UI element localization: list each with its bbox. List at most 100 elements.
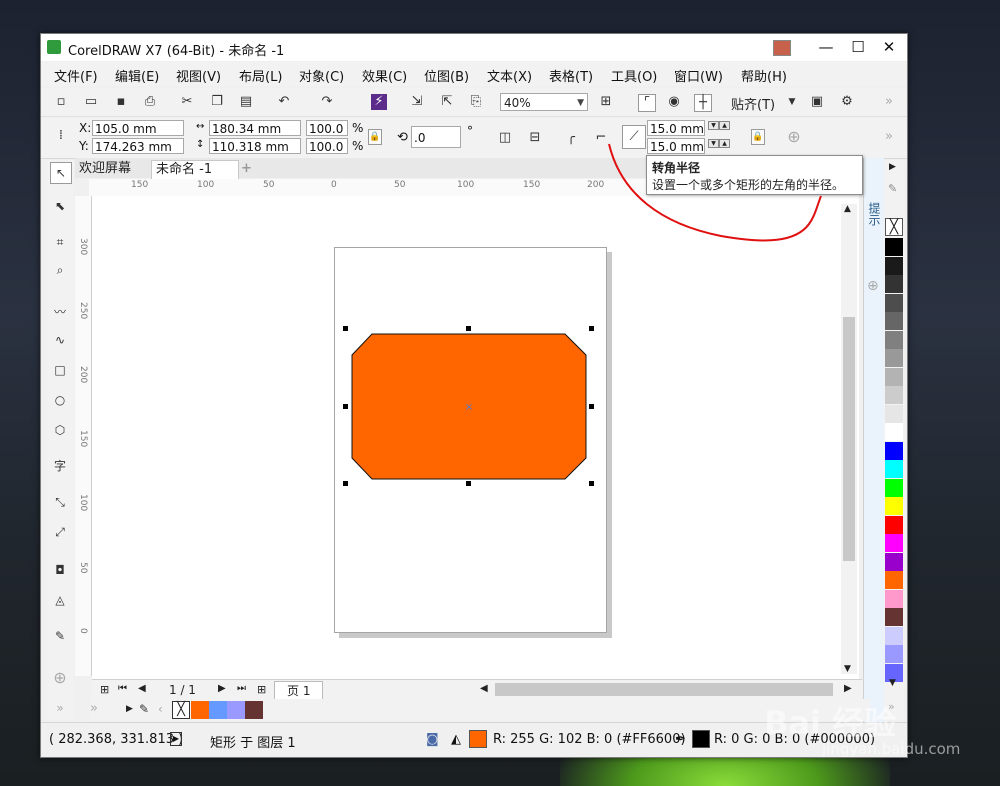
color-swatch[interactable] [885, 404, 903, 423]
color-swatch[interactable] [885, 349, 903, 367]
mirror-vertical-icon[interactable]: ⊟ [527, 130, 543, 146]
drop-shadow-tool-icon[interactable]: ◘ [50, 560, 70, 580]
more-icon[interactable]: » [881, 94, 897, 110]
selection-handle[interactable] [343, 326, 348, 331]
add-page-after-icon[interactable]: ⊞ [257, 683, 266, 696]
freehand-tool-icon[interactable]: 〰 [50, 302, 70, 322]
color-swatch[interactable] [885, 645, 903, 663]
selection-handle[interactable] [589, 326, 594, 331]
show-rulers-icon[interactable]: ⌜ [638, 94, 656, 112]
color-swatch[interactable] [885, 571, 903, 589]
menu-layout[interactable]: 布局(L) [239, 66, 282, 85]
options-icon[interactable]: ▣ [809, 94, 825, 110]
y-position-field[interactable]: 174.263 mm [92, 138, 184, 154]
minimize-button[interactable]: — [811, 36, 841, 58]
outline-color-swatch[interactable] [692, 730, 710, 748]
color-swatch[interactable] [885, 608, 903, 626]
last-page-icon[interactable]: ⏭ [237, 683, 246, 694]
first-page-icon[interactable]: ⏮ [118, 683, 127, 694]
mirror-horizontal-icon[interactable]: ◫ [497, 130, 513, 146]
artistic-media-icon[interactable]: ∿ [50, 330, 70, 350]
x-position-field[interactable]: 105.0 mm [92, 120, 184, 136]
no-color-swatch[interactable]: ╳ [172, 701, 190, 719]
color-swatch[interactable] [885, 552, 903, 571]
menu-table[interactable]: 表格(T) [549, 66, 593, 85]
maximize-button[interactable]: ☐ [843, 36, 873, 58]
color-swatch[interactable] [885, 238, 903, 256]
previous-page-icon[interactable]: ◀ [138, 683, 146, 694]
selection-handle[interactable] [589, 481, 594, 486]
palette-scroll-down-icon[interactable]: ▼ [889, 678, 896, 688]
menu-edit[interactable]: 编辑(E) [115, 66, 159, 85]
menu-tools[interactable]: 工具(O) [611, 66, 657, 85]
zoom-select[interactable]: 40% ▼ [500, 93, 588, 111]
import-icon[interactable]: ⇲ [409, 94, 425, 110]
dimension-tool-icon[interactable]: ⤡ [50, 492, 70, 512]
scroll-up-icon[interactable]: ▲ [844, 204, 851, 214]
ellipse-tool-icon[interactable]: ○ [50, 390, 70, 410]
more-icon[interactable]: » [50, 698, 70, 718]
menu-window[interactable]: 窗口(W) [674, 66, 723, 85]
print-icon[interactable]: ⎙ [142, 94, 158, 110]
palette-back-icon[interactable]: ‹ [158, 702, 163, 716]
shape-tool-icon[interactable]: ⬉ [50, 196, 70, 216]
vertical-scrollbar[interactable]: ▲ ▼ [841, 204, 857, 674]
polygon-tool-icon[interactable]: ⬡ [50, 420, 70, 440]
lock-ratio-icon[interactable]: 🔒 [368, 129, 382, 145]
more-icon[interactable]: » [881, 129, 897, 145]
chamfered-rectangle-shape[interactable]: × [351, 333, 588, 480]
zoom-tool-icon[interactable]: ⌕ [50, 260, 70, 280]
add-docker-icon[interactable]: ⊕ [867, 278, 879, 294]
menu-help[interactable]: 帮助(H) [741, 66, 787, 85]
menu-text[interactable]: 文本(X) [487, 66, 532, 85]
text-tool-icon[interactable]: 字 [50, 456, 70, 476]
page-tab[interactable]: 页 1 [274, 681, 324, 701]
crop-tool-icon[interactable]: ⌗ [50, 232, 70, 252]
transparency-tool-icon[interactable]: ◬ [50, 590, 70, 610]
launch-app-icon[interactable]: ⚡ [371, 94, 387, 110]
menu-effects[interactable]: 效果(C) [362, 66, 407, 85]
object-origin-icon[interactable]: ⁞ [53, 128, 69, 144]
play-icon[interactable]: ▶ [170, 732, 182, 746]
selection-handle[interactable] [466, 326, 471, 331]
color-swatch[interactable] [885, 534, 903, 552]
color-swatch[interactable] [885, 423, 903, 441]
close-button[interactable]: ✕ [874, 36, 904, 58]
color-proof-icon[interactable]: ◙ [426, 732, 439, 747]
document-color-swatch[interactable] [209, 701, 227, 719]
eyedropper-icon[interactable]: ✎ [139, 702, 149, 716]
menu-view[interactable]: 视图(V) [176, 66, 221, 85]
color-swatch[interactable] [885, 293, 903, 312]
menu-object[interactable]: 对象(C) [299, 66, 344, 85]
no-color-swatch[interactable]: ╳ [885, 218, 903, 236]
connector-tool-icon[interactable]: ⤢ [50, 522, 70, 542]
color-swatch[interactable] [885, 497, 903, 515]
scroll-down-icon[interactable]: ▼ [844, 664, 851, 674]
undo-icon[interactable]: ↶ [276, 94, 292, 110]
add-page-icon[interactable]: ⊞ [100, 683, 109, 696]
next-page-icon[interactable]: ▶ [218, 683, 226, 694]
save-icon[interactable]: ▪ [113, 94, 129, 110]
publish-pdf-icon[interactable]: ⎘ [468, 94, 484, 110]
height-field[interactable]: 110.318 mm [209, 138, 301, 154]
round-corner-icon[interactable]: ╭ [563, 130, 579, 146]
fill-color-swatch[interactable] [469, 730, 487, 748]
more-icon[interactable]: » [90, 701, 98, 716]
palette-arrow-icon[interactable]: ▶ [126, 704, 133, 714]
drawing-canvas[interactable]: × [92, 196, 859, 679]
full-screen-preview-icon[interactable]: ⊞ [598, 94, 614, 110]
menu-bitmap[interactable]: 位图(B) [424, 66, 469, 85]
rectangle-tool-icon[interactable]: □ [50, 360, 70, 380]
cut-icon[interactable]: ✂ [179, 94, 195, 110]
export-icon[interactable]: ⇱ [439, 94, 455, 110]
scale-y-field[interactable]: 100.0 [306, 138, 348, 154]
color-swatch[interactable] [885, 386, 903, 404]
add-tool-icon[interactable]: ⊕ [50, 668, 70, 688]
color-swatch[interactable] [885, 441, 903, 460]
hints-tab[interactable]: 提示 [866, 202, 883, 226]
show-guidelines-icon[interactable]: ┼ [694, 94, 712, 112]
snap-to-dropdown[interactable]: 贴齐(T) [731, 94, 775, 113]
color-swatch[interactable] [885, 367, 903, 386]
eyedropper-icon[interactable]: ✎ [888, 182, 897, 195]
scroll-left-icon[interactable]: ◀ [480, 683, 488, 694]
